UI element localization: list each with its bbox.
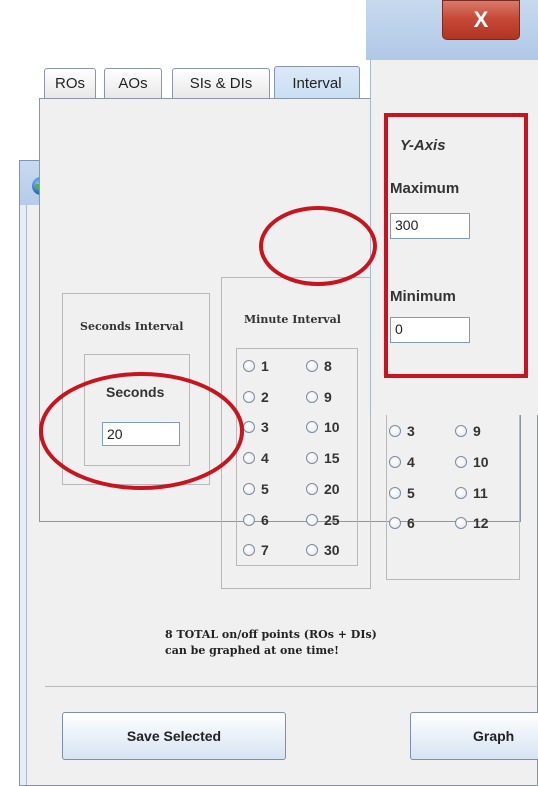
graph-limit-note-line2: can be graphed at one time! [165,644,339,657]
radio-circle [306,421,318,433]
close-button[interactable]: X [442,0,520,40]
seconds-input[interactable]: 20 [102,422,180,446]
radio-circle [389,517,401,529]
minute-radio-4[interactable]: 4 [243,449,269,467]
minute-radio-3[interactable]: 3 [243,418,269,436]
seconds-subgroup [84,354,190,466]
tab-interval[interactable]: Interval [274,66,360,100]
tab-aos[interactable]: AOs [104,68,162,98]
hour-radio-3[interactable]: 3 [389,422,415,440]
radio-circle [455,456,467,468]
radio-circle [243,360,255,372]
radio-circle [243,452,255,464]
minute-radio-5[interactable]: 5 [243,480,269,498]
minute-radio-2[interactable]: 2 [243,388,269,406]
minute-interval-title: Minute Interval [244,313,341,326]
radio-circle [306,452,318,464]
radio-circle [389,456,401,468]
button-bar-divider [45,686,538,687]
minute-radio-9[interactable]: 9 [306,388,332,406]
hour-radio-6[interactable]: 6 [389,514,415,532]
radio-circle [389,425,401,437]
minimum-label: Minimum [390,288,456,305]
graph-limit-note-line1: 8 TOTAL on/off points (ROs + DIs) [165,628,377,641]
radio-circle [243,421,255,433]
tab-sis-dis[interactable]: SIs & DIs [172,68,270,98]
radio-circle [306,544,318,556]
minute-radio-25[interactable]: 25 [306,511,340,529]
save-selected-button[interactable]: Save Selected [62,712,286,760]
radio-circle [243,514,255,526]
radio-circle [389,487,401,499]
radio-circle [306,391,318,403]
minute-radio-6[interactable]: 6 [243,511,269,529]
maximum-label: Maximum [390,180,460,197]
radio-circle [243,483,255,495]
hour-radio-9[interactable]: 9 [455,422,481,440]
seconds-label: Seconds [106,384,165,400]
radio-circle [306,483,318,495]
radio-circle [455,517,467,529]
radio-circle [306,360,318,372]
minute-radio-1[interactable]: 1 [243,357,269,375]
yaxis-title: Y-Axis [400,137,446,154]
minute-radio-15[interactable]: 15 [306,449,340,467]
radio-circle [455,487,467,499]
minute-radio-10[interactable]: 10 [306,418,340,436]
radio-circle [243,391,255,403]
minute-radio-30[interactable]: 30 [306,541,340,559]
seconds-interval-title: Seconds Interval [80,320,184,333]
maximum-input[interactable]: 300 [390,213,470,239]
radio-circle [243,544,255,556]
hour-radio-12[interactable]: 12 [455,514,489,532]
minute-radio-20[interactable]: 20 [306,480,340,498]
hour-radio-11[interactable]: 11 [455,484,488,502]
hour-radio-10[interactable]: 10 [455,453,489,471]
graph-button[interactable]: Graph [410,712,538,760]
minimum-input[interactable]: 0 [390,317,470,343]
hour-radio-5[interactable]: 5 [389,484,415,502]
hour-radio-4[interactable]: 4 [389,453,415,471]
minute-radio-8[interactable]: 8 [306,357,332,375]
tab-ros[interactable]: ROs [44,68,96,98]
minute-radio-7[interactable]: 7 [243,541,269,559]
radio-circle [306,514,318,526]
radio-circle [455,425,467,437]
close-icon: X [473,7,489,32]
